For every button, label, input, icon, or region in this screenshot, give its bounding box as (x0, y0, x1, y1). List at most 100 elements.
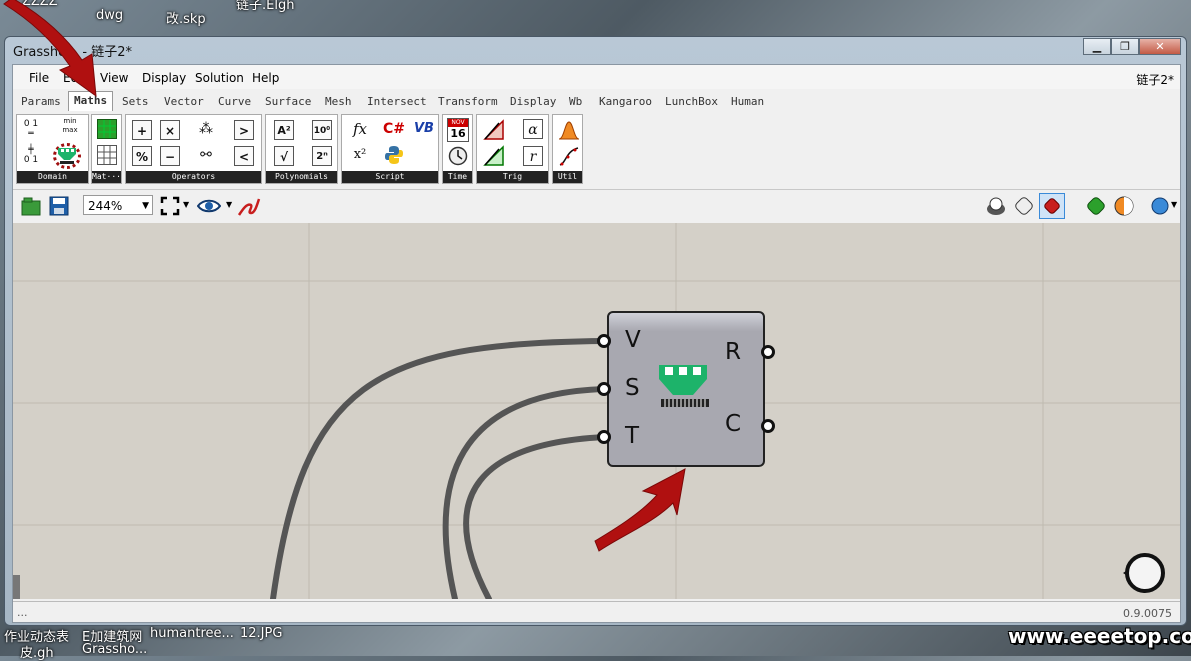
tab-wb[interactable]: Wb (569, 95, 582, 108)
desktop-icons-bottom: 作业动态表 皮.gh E加建筑网 Grassho... humantree...… (0, 626, 1000, 661)
maximize-button[interactable]: ❐ (1111, 38, 1139, 55)
canvas-toolbar: 244% ▼ ▼ ▼ ▼ (13, 190, 1180, 222)
series-icon[interactable]: ⚯ (196, 145, 216, 165)
grasshopper-canvas[interactable]: V S T R C (13, 223, 1180, 599)
output-c[interactable]: C (725, 411, 741, 437)
preview-off-icon[interactable] (985, 195, 1007, 217)
calendar-month: NOV (448, 119, 468, 127)
power-of-2-icon[interactable]: 2ⁿ (312, 146, 332, 166)
annotation-arrow (594, 468, 686, 552)
output-r[interactable]: R (725, 339, 741, 365)
chevron-down-icon: ▼ (142, 201, 149, 211)
gaussian-icon[interactable] (558, 119, 580, 141)
group-label: Polynomials (266, 171, 337, 183)
tab-curve[interactable]: Curve (218, 95, 251, 108)
navigation-widget-icon[interactable] (1121, 551, 1165, 595)
desktop-label[interactable]: 链子.Elgh (236, 0, 294, 13)
grid-icon[interactable] (97, 145, 117, 165)
power-of-10-icon[interactable]: 10⁰ (312, 120, 332, 140)
desktop-label[interactable]: 12.JPG (240, 626, 282, 641)
desktop-label[interactable]: 改.skp (166, 8, 206, 27)
selected-preview-icon[interactable] (1085, 195, 1107, 217)
chevron-down-icon[interactable]: ▼ (226, 200, 232, 209)
smaller-than-icon[interactable]: < (234, 146, 254, 166)
input-port-v[interactable] (597, 334, 611, 348)
vb-icon[interactable]: VB (412, 119, 436, 139)
desktop-label[interactable]: humantree... (150, 626, 234, 641)
document-preview-icon[interactable] (1113, 195, 1135, 217)
input-port-t[interactable] (597, 430, 611, 444)
scroll-handle[interactable] (13, 575, 20, 599)
shaded-preview-icon[interactable] (1039, 193, 1065, 219)
ribbon-group-script: fx C# VB x² Script (341, 114, 439, 184)
clock-icon[interactable] (448, 146, 468, 166)
wires (270, 338, 608, 599)
division-icon[interactable]: % (132, 146, 152, 166)
tab-lunchbox[interactable]: LunchBox (665, 95, 718, 108)
preview-mesh-icon[interactable] (1149, 195, 1171, 217)
csharp-icon[interactable]: C# (382, 119, 406, 139)
close-button[interactable]: ✕ (1139, 38, 1181, 55)
open-file-icon[interactable] (21, 196, 41, 216)
save-file-icon[interactable] (49, 196, 69, 216)
remap-icon[interactable] (53, 143, 81, 169)
tab-intersect[interactable]: Intersect (367, 95, 427, 108)
desktop-icons-top: ZZZZ dwg 改.skp 链子.Elgh (0, 0, 1191, 36)
version-label: 0.9.0075 (1123, 607, 1172, 620)
larger-than-icon[interactable]: > (234, 120, 254, 140)
input-v[interactable]: V (625, 327, 641, 353)
sine-icon[interactable] (483, 145, 505, 167)
document-name: 链子2* (1136, 73, 1174, 87)
wireframe-preview-icon[interactable] (1013, 195, 1035, 217)
calendar-icon[interactable]: NOV 16 (447, 118, 469, 142)
remap-component[interactable]: V S T R C (607, 311, 765, 467)
tab-display[interactable]: Display (510, 95, 556, 108)
tab-vector[interactable]: Vector (164, 95, 204, 108)
menu-help[interactable]: Help (252, 71, 279, 85)
curve-fit-icon[interactable] (558, 145, 580, 167)
tab-transform[interactable]: Transform (438, 95, 498, 108)
output-port-r[interactable] (761, 345, 775, 359)
tab-surface[interactable]: Surface (265, 95, 311, 108)
divide-domain-icon[interactable]: ╪ 0 1 (21, 145, 41, 165)
annotation-arrow-tab (3, 0, 97, 98)
input-s[interactable]: S (625, 375, 640, 401)
python-icon[interactable] (384, 145, 404, 165)
group-label: Script (342, 171, 438, 183)
eye-icon[interactable] (196, 196, 222, 216)
radians-icon[interactable]: r (523, 146, 543, 166)
ribbon-group-time: NOV 16 Time (442, 114, 473, 184)
input-port-s[interactable] (597, 382, 611, 396)
tab-kangaroo[interactable]: Kangaroo (599, 95, 652, 108)
square-root-icon[interactable]: √ (274, 146, 294, 166)
canvas-drawing (13, 223, 1180, 599)
minimize-button[interactable]: ▁ (1083, 38, 1111, 55)
component-tabs: Params Maths Sets Vector Curve Surface M… (13, 89, 1180, 111)
zoom-dropdown[interactable]: 244% ▼ (83, 195, 153, 215)
tab-human[interactable]: Human (731, 95, 764, 108)
remap-icon (657, 363, 711, 413)
menu-solution[interactable]: Solution (195, 71, 244, 85)
square-icon[interactable]: A² (274, 120, 294, 140)
component-ribbon: 0 1 ═ min max ╪ 0 1 Domain Mat··· + × ⁂ … (13, 111, 1180, 190)
subtraction-icon[interactable]: − (160, 146, 180, 166)
chevron-down-icon[interactable]: ▼ (183, 200, 189, 209)
tab-mesh[interactable]: Mesh (325, 95, 352, 108)
triangle-icon[interactable] (483, 119, 505, 141)
wire-v (270, 338, 608, 599)
mass-addition-icon[interactable]: ⁂ (196, 119, 216, 139)
desktop-label[interactable]: Grassho... (82, 642, 147, 657)
evaluate-icon[interactable]: x² (348, 145, 372, 165)
input-t[interactable]: T (625, 423, 639, 449)
expression-icon[interactable]: fx (348, 119, 372, 139)
output-port-c[interactable] (761, 419, 775, 433)
group-label: Util (553, 171, 582, 183)
watermark: www.eeeetop.com (1008, 624, 1191, 648)
angle-icon[interactable]: α (523, 119, 543, 139)
desktop-label[interactable]: 皮.gh (20, 642, 54, 661)
multiplication-icon[interactable]: × (160, 120, 180, 140)
group-label: Mat··· (92, 171, 121, 183)
sketch-icon[interactable] (237, 195, 261, 217)
zoom-extents-icon[interactable] (160, 196, 180, 216)
chevron-down-icon[interactable]: ▼ (1171, 200, 1177, 209)
